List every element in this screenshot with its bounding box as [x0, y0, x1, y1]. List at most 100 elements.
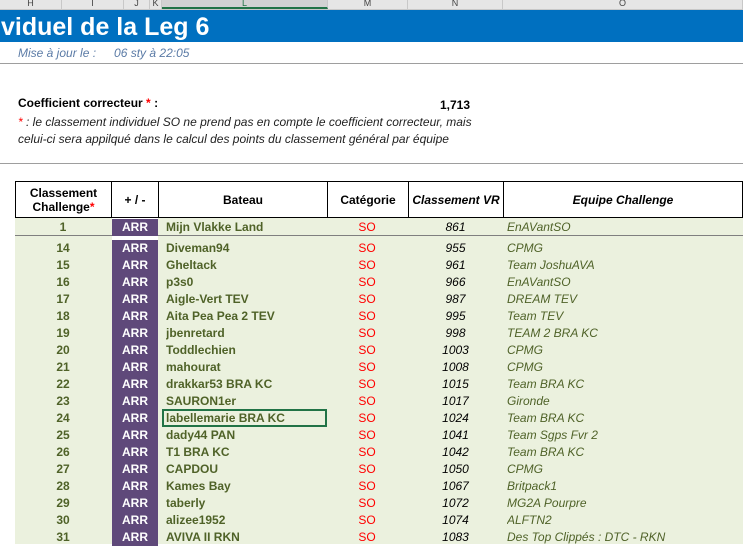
vr-rank-cell[interactable]: 1008 — [408, 359, 503, 376]
boat-name-cell[interactable]: CAPDOU — [166, 461, 326, 478]
column-header-l[interactable]: L — [162, 0, 328, 9]
rank-cell[interactable]: 30 — [15, 512, 111, 529]
category-cell[interactable]: SO — [327, 427, 407, 444]
sheet-title[interactable]: viduel de la Leg 6 — [1, 13, 209, 42]
team-cell[interactable]: Team BRA KC — [507, 444, 743, 461]
vr-rank-cell[interactable]: 1042 — [408, 444, 503, 461]
header-plusminus[interactable]: + / - — [111, 181, 159, 218]
vr-rank-cell[interactable]: 1083 — [408, 529, 503, 546]
boat-name-cell[interactable]: Aita Pea Pea 2 TEV — [166, 308, 326, 325]
rank-cell[interactable]: 16 — [15, 274, 111, 291]
rank-cell[interactable]: 27 — [15, 461, 111, 478]
vr-rank-cell[interactable]: 1067 — [408, 478, 503, 495]
category-cell[interactable]: SO — [327, 512, 407, 529]
category-cell[interactable]: SO — [327, 308, 407, 325]
status-badge[interactable]: ARR — [112, 274, 158, 291]
rank-cell[interactable]: 20 — [15, 342, 111, 359]
boat-name-cell[interactable]: drakkar53 BRA KC — [166, 376, 326, 393]
coefficient-note[interactable]: * : le classement individuel SO ne prend… — [18, 114, 498, 148]
vr-rank-cell[interactable]: 1024 — [408, 410, 503, 427]
boat-name-cell[interactable]: mahourat — [166, 359, 326, 376]
status-badge[interactable]: ARR — [112, 308, 158, 325]
header-team[interactable]: Equipe Challenge — [503, 181, 743, 218]
rank-cell[interactable]: 25 — [15, 427, 111, 444]
category-cell[interactable]: SO — [327, 325, 407, 342]
rank-cell[interactable]: 21 — [15, 359, 111, 376]
status-badge[interactable]: ARR — [112, 325, 158, 342]
rank-cell[interactable]: 14 — [15, 240, 111, 257]
rank-cell[interactable]: 1 — [15, 219, 111, 236]
status-badge[interactable]: ARR — [112, 219, 158, 236]
rank-cell[interactable]: 29 — [15, 495, 111, 512]
team-cell[interactable]: EnAVantSO — [507, 274, 743, 291]
status-badge[interactable]: ARR — [112, 240, 158, 257]
boat-name-cell[interactable]: Gheltack — [166, 257, 326, 274]
boat-name-cell[interactable]: p3s0 — [166, 274, 326, 291]
boat-name-cell[interactable]: Mijn Vlakke Land — [166, 219, 326, 236]
status-badge[interactable]: ARR — [112, 257, 158, 274]
team-cell[interactable]: TEAM 2 BRA KC — [507, 325, 743, 342]
rank-cell[interactable]: 15 — [15, 257, 111, 274]
column-header-m[interactable]: M — [328, 0, 408, 9]
rank-cell[interactable]: 28 — [15, 478, 111, 495]
column-header-i[interactable]: I — [62, 0, 124, 9]
status-badge[interactable]: ARR — [112, 495, 158, 512]
status-badge[interactable]: ARR — [112, 291, 158, 308]
column-header-j[interactable]: J — [124, 0, 150, 9]
category-cell[interactable]: SO — [327, 257, 407, 274]
status-badge[interactable]: ARR — [112, 444, 158, 461]
status-badge[interactable]: ARR — [112, 529, 158, 546]
team-cell[interactable]: CPMG — [507, 359, 743, 376]
team-cell[interactable]: ALFTN2 — [507, 512, 743, 529]
status-badge[interactable]: ARR — [112, 359, 158, 376]
status-badge[interactable]: ARR — [112, 512, 158, 529]
vr-rank-cell[interactable]: 1041 — [408, 427, 503, 444]
category-cell[interactable]: SO — [327, 342, 407, 359]
team-cell[interactable]: MG2A Pourpre — [507, 495, 743, 512]
vr-rank-cell[interactable]: 998 — [408, 325, 503, 342]
status-badge[interactable]: ARR — [112, 393, 158, 410]
category-cell[interactable]: SO — [327, 274, 407, 291]
category-cell[interactable]: SO — [327, 529, 407, 546]
team-cell[interactable]: EnAVantSO — [507, 219, 743, 236]
status-badge[interactable]: ARR — [112, 461, 158, 478]
rank-cell[interactable]: 24 — [15, 410, 111, 427]
category-cell[interactable]: SO — [327, 461, 407, 478]
boat-name-cell[interactable]: jbenretard — [166, 325, 326, 342]
team-cell[interactable]: Team BRA KC — [507, 376, 743, 393]
vr-rank-cell[interactable]: 1015 — [408, 376, 503, 393]
category-cell[interactable]: SO — [327, 444, 407, 461]
category-cell[interactable]: SO — [327, 478, 407, 495]
boat-name-cell[interactable]: taberly — [166, 495, 326, 512]
category-cell[interactable]: SO — [327, 219, 407, 236]
rank-cell[interactable]: 17 — [15, 291, 111, 308]
team-cell[interactable]: DREAM TEV — [507, 291, 743, 308]
rank-cell[interactable]: 26 — [15, 444, 111, 461]
rank-cell[interactable]: 19 — [15, 325, 111, 342]
boat-name-cell[interactable]: Aigle-Vert TEV — [166, 291, 326, 308]
rank-cell[interactable]: 23 — [15, 393, 111, 410]
header-category[interactable]: Catégorie — [327, 181, 409, 218]
team-cell[interactable]: Des Top Clippés : DTC - RKN — [507, 529, 743, 546]
column-header-n[interactable]: N — [408, 0, 503, 9]
boat-name-cell[interactable]: alizee1952 — [166, 512, 326, 529]
category-cell[interactable]: SO — [327, 393, 407, 410]
boat-name-cell[interactable]: Kames Bay — [166, 478, 326, 495]
boat-name-cell[interactable]: Diveman94 — [166, 240, 326, 257]
rank-cell[interactable]: 18 — [15, 308, 111, 325]
status-badge[interactable]: ARR — [112, 376, 158, 393]
header-boat[interactable]: Bateau — [158, 181, 328, 218]
team-cell[interactable]: CPMG — [507, 461, 743, 478]
team-cell[interactable]: Britpack1 — [507, 478, 743, 495]
category-cell[interactable]: SO — [327, 410, 407, 427]
rank-cell[interactable]: 31 — [15, 529, 111, 546]
boat-name-cell[interactable]: SAURON1er — [166, 393, 326, 410]
vr-rank-cell[interactable]: 1074 — [408, 512, 503, 529]
vr-rank-cell[interactable]: 861 — [408, 219, 503, 236]
team-cell[interactable]: CPMG — [507, 240, 743, 257]
coefficient-label-cell[interactable]: Coefficient correcteur * : — [18, 96, 158, 110]
vr-rank-cell[interactable]: 1072 — [408, 495, 503, 512]
column-header-k[interactable]: K — [150, 0, 162, 9]
category-cell[interactable]: SO — [327, 359, 407, 376]
coefficient-value[interactable]: 1,713 — [440, 98, 470, 112]
